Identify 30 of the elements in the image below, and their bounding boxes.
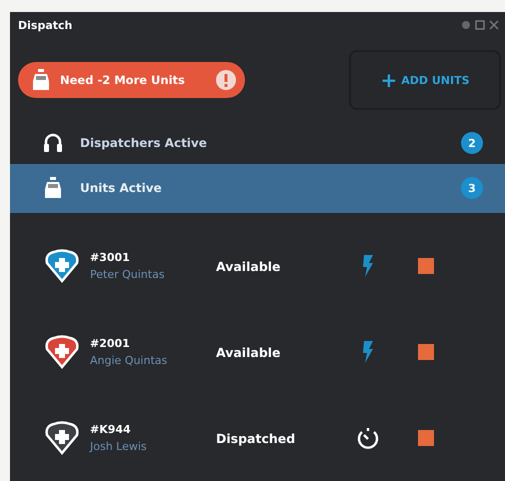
headphones-icon bbox=[44, 133, 62, 154]
exclamation-icon bbox=[215, 69, 237, 92]
stat-label: Units Active bbox=[80, 181, 163, 196]
square-icon bbox=[418, 258, 434, 274]
lightning-icon bbox=[362, 255, 374, 277]
window-title: Dispatch bbox=[18, 18, 72, 32]
unit-number: #3001 bbox=[90, 251, 131, 264]
timer-icon bbox=[356, 426, 380, 450]
unit-number: #2001 bbox=[90, 337, 131, 350]
close-button[interactable] bbox=[489, 20, 499, 30]
car-icon bbox=[44, 177, 62, 200]
unit-status: Available bbox=[216, 344, 282, 360]
stat-row[interactable]: Dispatchers Active 2 bbox=[10, 122, 505, 164]
alert-text: Need -2 More Units bbox=[60, 73, 186, 88]
unit-number: #K944 bbox=[90, 423, 132, 436]
count-badge: 2 bbox=[461, 132, 483, 154]
unit-driver: Josh Lewis bbox=[90, 440, 148, 453]
lightning-icon bbox=[362, 341, 374, 363]
unit-status: Available bbox=[216, 258, 282, 274]
maximize-button[interactable] bbox=[475, 20, 485, 30]
stat-row[interactable]: Units Active 3 bbox=[10, 164, 505, 213]
minimize-button[interactable] bbox=[461, 20, 471, 30]
stat-label: Dispatchers Active bbox=[80, 136, 208, 150]
square-icon bbox=[418, 430, 434, 446]
unit-driver: Angie Quintas bbox=[90, 354, 168, 367]
count-badge: 3 bbox=[461, 177, 483, 200]
car-icon bbox=[32, 69, 50, 92]
unit-status: Dispatched bbox=[216, 430, 296, 446]
unit-driver: Peter Quintas bbox=[90, 268, 166, 281]
square-icon bbox=[418, 344, 434, 360]
